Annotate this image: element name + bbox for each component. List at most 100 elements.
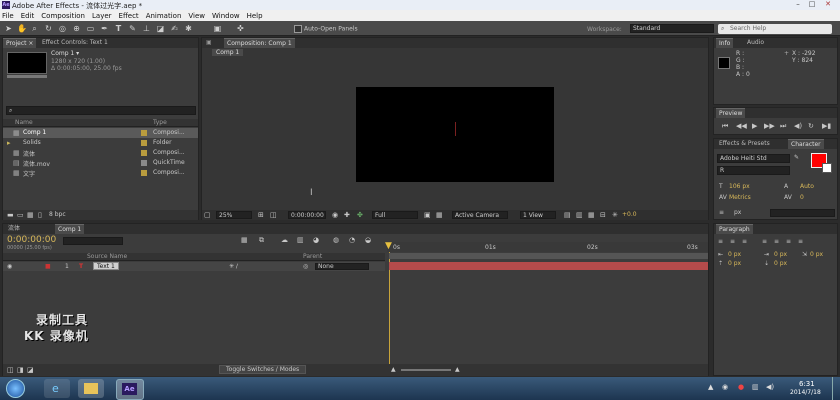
zoom-out-icon[interactable]: ▲ bbox=[391, 366, 396, 373]
viewer-timecode[interactable]: 0:00:00:00 bbox=[288, 211, 326, 219]
tab-info[interactable]: Info bbox=[716, 38, 734, 48]
pan-behind-tool-icon[interactable]: ⊕ bbox=[72, 24, 81, 33]
column-type[interactable]: Type bbox=[153, 119, 167, 126]
last-frame-icon[interactable]: ⏭ bbox=[780, 122, 786, 131]
expand-modes-icon[interactable]: ◨ bbox=[17, 366, 24, 374]
font-family-select[interactable]: Adobe Heiti Std bbox=[717, 154, 790, 163]
grid-icon[interactable]: ⊞ bbox=[258, 211, 264, 219]
bit-depth-button[interactable]: 8 bpc bbox=[49, 211, 66, 218]
snapshot-icon[interactable]: ◉ bbox=[332, 211, 338, 219]
hand-tool-icon[interactable]: ✋ bbox=[17, 24, 27, 33]
stroke-mode-select[interactable] bbox=[770, 209, 835, 217]
brush-tool-icon[interactable]: ✎ bbox=[128, 24, 137, 33]
list-item[interactable]: ▦ Comp 1 Composi... bbox=[3, 128, 198, 138]
view-layout-select[interactable]: 1 View bbox=[520, 211, 556, 219]
pickwhip-icon[interactable]: ◎ bbox=[303, 263, 308, 270]
recorder-tray-icon[interactable]: ● bbox=[738, 383, 744, 391]
tab-project[interactable]: Project × bbox=[3, 38, 37, 48]
label-color-red[interactable]: ■ bbox=[45, 263, 51, 270]
tab-paragraph[interactable]: Paragraph bbox=[716, 224, 753, 234]
auto-open-checkbox[interactable]: Auto-Open Panels bbox=[294, 25, 358, 33]
explorer-taskbar-icon[interactable] bbox=[78, 379, 104, 398]
show-desktop-button[interactable] bbox=[832, 377, 840, 400]
pin-icon[interactable]: ✜ bbox=[236, 24, 245, 33]
tab-audio[interactable]: Audio bbox=[744, 38, 767, 47]
tab-character[interactable]: Character bbox=[788, 139, 824, 149]
new-comp-icon[interactable]: ▦ bbox=[27, 211, 34, 219]
playhead-icon[interactable]: ▼ bbox=[385, 241, 392, 251]
rectangle-tool-icon[interactable]: ▭ bbox=[86, 24, 95, 33]
column-name[interactable]: Name bbox=[15, 119, 33, 126]
menu-composition[interactable]: Composition bbox=[41, 12, 85, 20]
zoom-tool-icon[interactable]: ⌕ bbox=[30, 24, 39, 33]
network-icon[interactable]: ▥ bbox=[752, 383, 759, 391]
shy-icon[interactable]: ☁ bbox=[281, 236, 288, 244]
tab-effect-controls[interactable]: Effect Controls: Text 1 bbox=[39, 38, 111, 47]
pen-tool-icon[interactable]: ✒ bbox=[100, 24, 109, 33]
tracking-value[interactable]: 0 bbox=[800, 194, 804, 201]
after-effects-taskbar-icon[interactable]: Ae bbox=[116, 379, 144, 400]
stroke-width-value[interactable]: px bbox=[734, 209, 741, 216]
justify-all-icon[interactable]: ≡ bbox=[798, 238, 803, 245]
eyedropper-icon[interactable]: ✎ bbox=[794, 154, 799, 161]
exposure-value[interactable]: +0.0 bbox=[622, 211, 637, 218]
column-parent[interactable]: Parent bbox=[303, 253, 322, 260]
tab-timeline-fluid[interactable]: 流体 bbox=[5, 224, 23, 233]
play-icon[interactable]: ▶ bbox=[752, 122, 757, 130]
fast-preview-icon[interactable]: ▥ bbox=[576, 211, 583, 219]
menu-file[interactable]: File bbox=[2, 12, 14, 20]
graph-editor-icon[interactable]: ◔ bbox=[349, 236, 355, 244]
switch-icons[interactable]: ✳ ∕ bbox=[229, 263, 238, 270]
stroke-color-swatch[interactable] bbox=[822, 163, 832, 173]
mask-icon[interactable]: ◫ bbox=[270, 211, 277, 219]
next-frame-icon[interactable]: ▶▶ bbox=[764, 122, 775, 130]
menu-layer[interactable]: Layer bbox=[92, 12, 112, 20]
font-style-select[interactable]: R bbox=[717, 166, 790, 175]
mute-icon[interactable]: ◀) bbox=[794, 122, 802, 130]
ram-preview-icon[interactable]: ▶▮ bbox=[822, 122, 831, 130]
comp-subtab[interactable]: Comp 1 bbox=[212, 49, 244, 56]
maximize-button[interactable]: □ bbox=[806, 0, 818, 9]
space-before-value[interactable]: 0 px bbox=[728, 260, 741, 267]
region-icon[interactable]: ▣ bbox=[424, 211, 431, 219]
tab-timeline-comp1[interactable]: Comp 1 bbox=[55, 224, 85, 234]
timeline-icon[interactable]: ▦ bbox=[588, 211, 595, 219]
indent-first-value[interactable]: 0 px bbox=[810, 251, 823, 258]
type-tool-icon[interactable]: T bbox=[114, 24, 123, 33]
list-item[interactable]: ▤ 流体.mov QuickTime bbox=[3, 158, 198, 168]
keyframe-icon[interactable]: ◒ bbox=[365, 236, 371, 244]
space-after-value[interactable]: 0 px bbox=[774, 260, 787, 267]
composition-viewer[interactable] bbox=[356, 87, 554, 182]
puppet-tool-icon[interactable]: ✱ bbox=[184, 24, 193, 33]
close-button[interactable]: ✕ bbox=[822, 0, 834, 9]
indent-left-value[interactable]: 0 px bbox=[728, 251, 741, 258]
list-item[interactable]: ▸ Solids Folder bbox=[3, 138, 198, 148]
menu-edit[interactable]: Edit bbox=[21, 12, 35, 20]
start-button[interactable] bbox=[6, 379, 25, 398]
align-center-icon[interactable]: ≡ bbox=[730, 238, 735, 245]
clock-time[interactable]: 6:31 bbox=[799, 380, 815, 388]
new-folder-icon[interactable]: ▭ bbox=[17, 211, 24, 219]
kerning-value[interactable]: Metrics bbox=[729, 194, 751, 201]
search-help-input[interactable]: ⌕ Search Help bbox=[718, 24, 832, 34]
layer-name[interactable]: Text 1 bbox=[93, 262, 119, 270]
align-left-icon[interactable]: ≡ bbox=[718, 238, 723, 245]
ie-taskbar-icon[interactable]: e bbox=[44, 379, 70, 398]
zoom-in-icon[interactable]: ▲ bbox=[455, 366, 460, 373]
time-ruler[interactable]: 0s 01s 02s 03s bbox=[387, 242, 708, 252]
list-item[interactable]: ▦ 流体 Composi... bbox=[3, 148, 198, 158]
comp-mini-flowchart-icon[interactable]: ▦ bbox=[241, 236, 248, 244]
resolution-select[interactable]: Full bbox=[372, 211, 418, 219]
frame-blending-icon[interactable]: ▥ bbox=[297, 236, 304, 244]
eraser-tool-icon[interactable]: ◪ bbox=[156, 24, 165, 33]
minimize-button[interactable]: – bbox=[792, 0, 804, 9]
motion-blur-icon[interactable]: ◕ bbox=[313, 236, 319, 244]
menu-window[interactable]: Window bbox=[212, 12, 240, 20]
selection-tool-icon[interactable]: ➤ bbox=[4, 24, 13, 33]
zoom-select[interactable]: 25% bbox=[216, 211, 252, 219]
transparency-grid-icon[interactable]: ▦ bbox=[436, 211, 443, 219]
visibility-eye-icon[interactable]: ◉ bbox=[7, 263, 12, 270]
leading-value[interactable]: Auto bbox=[800, 183, 814, 190]
toggle-pixel-icon[interactable]: ▤ bbox=[564, 211, 571, 219]
menu-help[interactable]: Help bbox=[247, 12, 263, 20]
